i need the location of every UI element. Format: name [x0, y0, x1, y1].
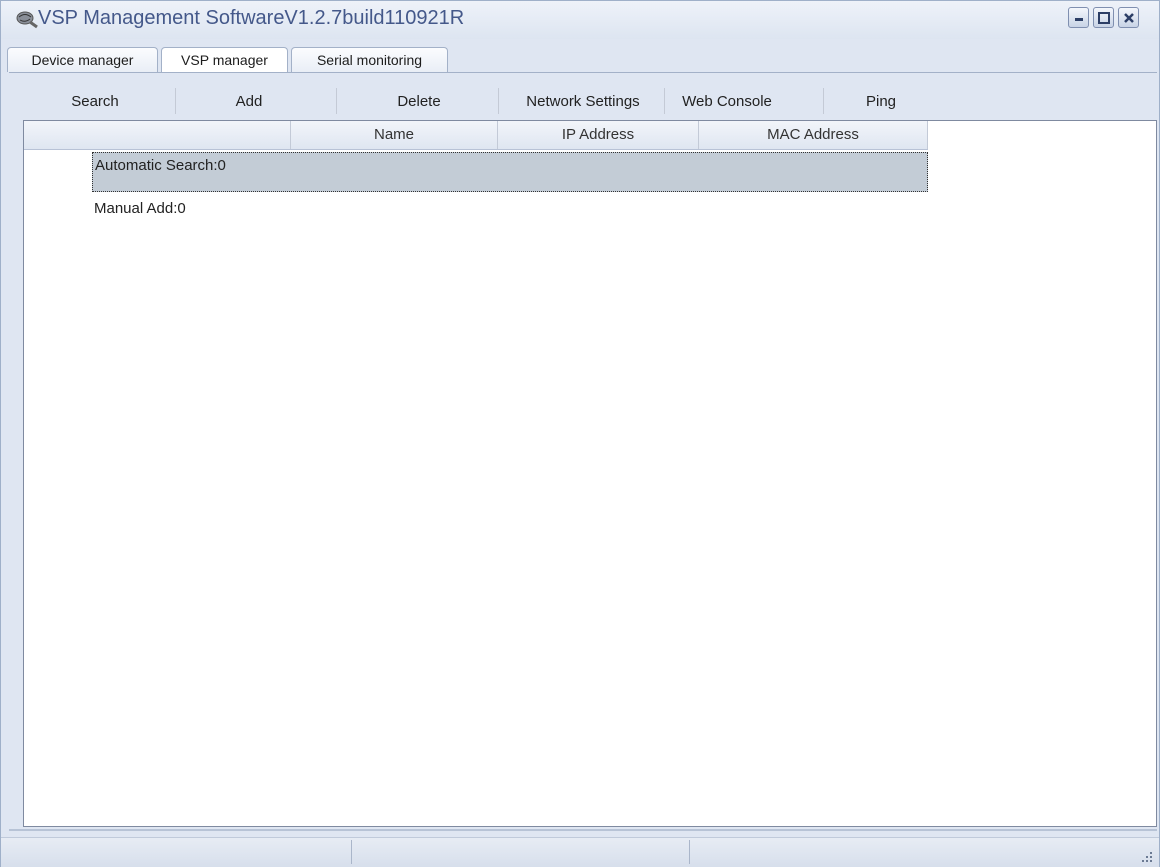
- bottom-divider: [9, 829, 1157, 831]
- device-list[interactable]: Name IP Address MAC Address Automatic Se…: [23, 120, 1157, 827]
- status-bar: [1, 837, 1159, 867]
- tab-device-manager[interactable]: Device manager: [7, 47, 158, 72]
- resize-grip-icon[interactable]: [1139, 849, 1153, 863]
- toolbar-separator: [175, 88, 176, 114]
- toolbar-separator: [498, 88, 499, 114]
- title-bar[interactable]: VSP Management SoftwareV1.2.7build110921…: [1, 1, 1159, 39]
- close-icon: [1124, 13, 1134, 23]
- ping-button[interactable]: Ping: [841, 91, 921, 113]
- network-globe-icon: [15, 9, 39, 29]
- delete-button[interactable]: Delete: [349, 91, 489, 113]
- tab-vsp-manager[interactable]: VSP manager: [161, 47, 288, 73]
- search-button[interactable]: Search: [45, 91, 145, 113]
- maximize-icon: [1098, 12, 1110, 24]
- toolbar-separator: [823, 88, 824, 114]
- column-header-ip-address[interactable]: IP Address: [498, 121, 699, 149]
- tab-divider: [9, 72, 1157, 73]
- maximize-button[interactable]: [1093, 7, 1114, 28]
- column-header-blank[interactable]: [24, 121, 291, 149]
- minimize-icon: [1075, 18, 1083, 21]
- toolbar-separator: [336, 88, 337, 114]
- web-console-button[interactable]: Web Console: [667, 91, 787, 113]
- column-header-name[interactable]: Name: [291, 121, 498, 149]
- minimize-button[interactable]: [1068, 7, 1089, 28]
- tab-serial-monitoring[interactable]: Serial monitoring: [291, 47, 448, 72]
- column-header-mac-address[interactable]: MAC Address: [699, 121, 928, 149]
- toolbar: Search Add Delete Network Settings Web C…: [9, 81, 1157, 119]
- group-automatic-search[interactable]: Automatic Search:0: [92, 152, 928, 192]
- toolbar-separator: [664, 88, 665, 114]
- close-button[interactable]: [1118, 7, 1139, 28]
- add-button[interactable]: Add: [189, 91, 309, 113]
- status-panel: [691, 840, 1131, 864]
- app-window: VSP Management SoftwareV1.2.7build110921…: [0, 0, 1160, 867]
- list-header: Name IP Address MAC Address: [24, 121, 928, 150]
- network-settings-button[interactable]: Network Settings: [503, 91, 663, 113]
- status-panel: [7, 840, 352, 864]
- status-panel: [353, 840, 690, 864]
- group-manual-add[interactable]: Manual Add:0: [94, 200, 186, 224]
- window-title: VSP Management SoftwareV1.2.7build110921…: [38, 7, 465, 29]
